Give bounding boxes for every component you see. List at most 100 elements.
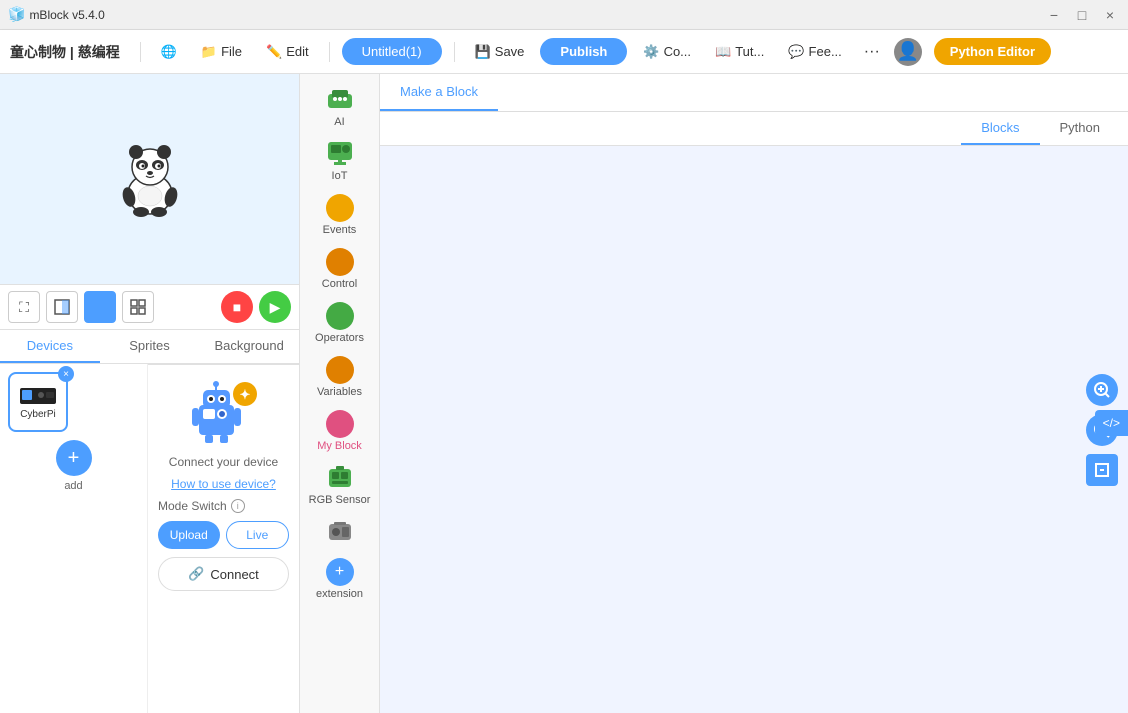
tab-background[interactable]: Background (199, 330, 299, 363)
split-stage-button[interactable] (84, 291, 116, 323)
rgsensor-icon (326, 464, 354, 492)
edit-label: Edit (286, 44, 308, 59)
extension-button[interactable]: + extension (304, 554, 376, 604)
category-rgsensor[interactable]: RGB Sensor (304, 460, 376, 510)
tab-devices[interactable]: Devices (0, 330, 100, 363)
operators-label: Operators (315, 332, 364, 344)
tab-sprites[interactable]: Sprites (100, 330, 200, 363)
stop-button[interactable]: ■ (221, 291, 253, 323)
edit-menu[interactable]: ✏️ Edit (258, 40, 317, 64)
avatar[interactable]: 👤 (894, 38, 922, 66)
python-editor-button[interactable]: Python Editor (934, 38, 1051, 65)
category-events[interactable]: Events (304, 190, 376, 240)
small-stage-button[interactable] (46, 291, 78, 323)
tab-blocks[interactable]: Blocks (961, 112, 1039, 145)
right-main: Make a Block Blocks Python (380, 74, 1128, 713)
panda-sprite (110, 139, 190, 219)
code-tag[interactable]: </> (1095, 410, 1128, 436)
split-stage-icon (92, 299, 108, 315)
stage-controls: ⛶ (0, 284, 299, 330)
window-controls: − □ × (1044, 5, 1120, 25)
tabs-row: Devices Sprites Background (0, 330, 299, 364)
avatar-icon: 👤 (897, 41, 919, 62)
stage-canvas (0, 74, 299, 284)
logo: 童心制物 | 慈编程 (10, 42, 120, 62)
upload-button[interactable]: Upload (158, 521, 220, 549)
edit-icon: ✏️ (266, 44, 282, 60)
feedback-menu[interactable]: 💬 Fee... (780, 40, 849, 64)
upload-live-row: Upload Live (158, 521, 289, 549)
file-icon: 📁 (201, 44, 217, 60)
category-operators[interactable]: Operators (304, 298, 376, 348)
title-bar: 🧊 mBlock v5.4.0 − □ × (0, 0, 1128, 30)
category-ai[interactable]: AI (304, 82, 376, 132)
extension-icon: + (326, 558, 354, 586)
device2-icon (326, 518, 354, 546)
zoom-in-button[interactable] (1086, 374, 1118, 406)
close-button[interactable]: × (1100, 5, 1120, 25)
cyberpi-icon (19, 385, 57, 407)
small-stage-icon (54, 299, 70, 315)
block-categories: AI IoT Events Control (300, 74, 380, 713)
operators-circle (326, 302, 354, 330)
more-button[interactable]: ··· (858, 39, 886, 65)
separator-3 (454, 42, 455, 62)
connect-label: Co... (664, 44, 691, 59)
zoom-in-icon (1093, 381, 1111, 399)
fullscreen-icon: ⛶ (19, 299, 29, 316)
code-layout: Blocks Python (380, 112, 1128, 713)
maximize-button[interactable]: □ (1072, 5, 1092, 25)
code-canvas[interactable]: </> (380, 146, 1128, 713)
app-icon: 🧊 (8, 6, 25, 23)
connect-device-area: ✦ Connect your device How to use device?… (148, 364, 299, 713)
background-tab-label: Background (214, 338, 283, 353)
code-tabs: Blocks Python (380, 112, 1128, 146)
connect-menu[interactable]: ⚙️ Co... (635, 40, 699, 64)
mode-switch-info-icon[interactable]: i (231, 499, 245, 513)
save-button[interactable]: 💾 Save (467, 40, 533, 64)
live-button[interactable]: Live (226, 521, 290, 549)
add-label: add (64, 480, 82, 492)
make-block-tab[interactable]: Make a Block (380, 74, 498, 111)
events-circle (326, 194, 354, 222)
stage-panel: ⛶ (0, 74, 300, 713)
category-variables[interactable]: Variables (304, 352, 376, 402)
connect-icon: ⚙️ (643, 44, 659, 60)
device-close-button[interactable]: × (58, 366, 74, 382)
category-iot[interactable]: IoT (304, 136, 376, 186)
separator-1 (140, 42, 141, 62)
tutorials-menu[interactable]: 📖 Tut... (707, 40, 772, 64)
tab-python[interactable]: Python (1040, 112, 1120, 145)
save-label: Save (495, 44, 525, 59)
tutorials-label: Tut... (735, 44, 764, 59)
ai-label: AI (334, 116, 344, 128)
globe-icon: 🌐 (161, 44, 177, 60)
file-menu[interactable]: 📁 File (193, 40, 250, 64)
fullscreen-button[interactable]: ⛶ (8, 291, 40, 323)
file-label: File (221, 44, 242, 59)
book-icon: 📖 (715, 44, 731, 60)
mode-switch-label: Mode Switch (158, 499, 227, 513)
category-control[interactable]: Control (304, 244, 376, 294)
category-myblock[interactable]: My Block (304, 406, 376, 456)
rgsensor-label: RGB Sensor (309, 494, 371, 506)
add-device-button[interactable]: + (56, 440, 92, 476)
mode-switch-row: Mode Switch i (158, 499, 289, 513)
devices-tab-label: Devices (27, 338, 73, 353)
connect-button[interactable]: 🔗 Connect (158, 557, 289, 591)
publish-button[interactable]: Publish (540, 38, 627, 65)
globe-menu[interactable]: 🌐 (153, 40, 185, 64)
play-icon: ▶ (270, 299, 281, 316)
category-device2[interactable] (304, 514, 376, 550)
project-name-button[interactable]: Untitled(1) (342, 38, 442, 65)
connect-illustration: ✦ (174, 377, 274, 447)
minimize-button[interactable]: − (1044, 5, 1064, 25)
how-to-link[interactable]: How to use device? (171, 477, 276, 491)
grid-button[interactable] (122, 291, 154, 323)
device-cyberpi[interactable]: × CyberPi (8, 372, 68, 432)
go-button[interactable]: ▶ (259, 291, 291, 323)
make-block-tabs: Make a Block (380, 74, 1128, 112)
fit-button[interactable] (1086, 454, 1118, 486)
grid-icon (130, 299, 146, 315)
iot-label: IoT (332, 170, 348, 182)
